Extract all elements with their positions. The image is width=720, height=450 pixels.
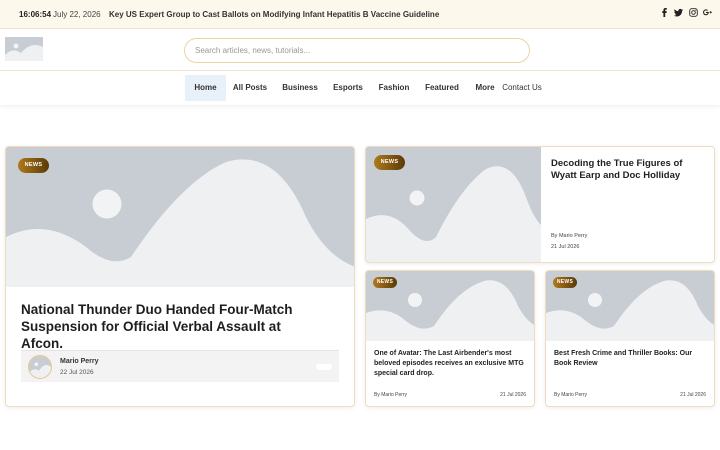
nav-item-contact-us[interactable]: Contact Us bbox=[502, 75, 542, 101]
top-bar: 16:06:54 July 22, 2026 Key US Expert Gro… bbox=[0, 0, 720, 29]
category-badge[interactable]: NEWS bbox=[373, 277, 397, 288]
author-name[interactable]: By Mario Perry bbox=[374, 392, 407, 398]
author-box: Mario Perry 22 Jul 2026 bbox=[21, 350, 339, 382]
category-badge[interactable]: NEWS bbox=[374, 155, 405, 170]
author-name[interactable]: By Mario Perry bbox=[554, 392, 587, 398]
article-card-small[interactable]: NEWS Best Fresh Crime and Thriller Books… bbox=[545, 270, 715, 407]
clock-time: 16:06:54 bbox=[19, 10, 52, 19]
search-input[interactable] bbox=[184, 38, 530, 63]
twitter-icon[interactable] bbox=[674, 8, 686, 21]
publish-date: 21 Jul 2026 bbox=[551, 244, 580, 250]
news-ticker[interactable]: Key US Expert Group to Cast Ballots on M… bbox=[109, 10, 439, 19]
article-title[interactable]: One of Avatar: The Last Airbender's most… bbox=[374, 349, 530, 379]
article-card-wide[interactable]: NEWS Decoding the True Figures of Wyatt … bbox=[365, 146, 715, 263]
instagram-icon[interactable] bbox=[689, 8, 701, 21]
nav-item-home[interactable]: Home bbox=[185, 75, 226, 101]
site-logo[interactable] bbox=[5, 37, 43, 61]
category-badge[interactable]: NEWS bbox=[553, 277, 577, 288]
nav-item-featured[interactable]: Featured bbox=[422, 75, 462, 101]
nav-item-business[interactable]: Business bbox=[280, 75, 320, 101]
publish-date: 21 Jul 2026 bbox=[500, 392, 526, 398]
featured-article-image[interactable] bbox=[6, 147, 354, 287]
nav-item-esports[interactable]: Esports bbox=[330, 75, 366, 101]
nav-item-all-posts[interactable]: All Posts bbox=[231, 75, 269, 101]
article-title[interactable]: Best Fresh Crime and Thriller Books: Our… bbox=[554, 349, 710, 369]
featured-article-card[interactable]: NEWS National Thunder Duo Handed Four-Ma… bbox=[5, 146, 355, 407]
article-card-small[interactable]: NEWS One of Avatar: The Last Airbender's… bbox=[365, 270, 535, 407]
site-header bbox=[0, 29, 720, 71]
nav-item-fashion[interactable]: Fashion bbox=[375, 75, 413, 101]
category-badge[interactable]: NEWS bbox=[18, 158, 49, 173]
facebook-icon[interactable] bbox=[660, 8, 672, 21]
nav-item-more[interactable]: More bbox=[472, 75, 498, 101]
current-date: July 22, 2026 bbox=[53, 10, 101, 19]
article-title[interactable]: Decoding the True Figures of Wyatt Earp … bbox=[551, 158, 709, 182]
author-name[interactable]: By Mario Perry bbox=[551, 233, 587, 239]
author-name[interactable]: Mario Perry bbox=[60, 358, 99, 365]
read-time-pill bbox=[316, 364, 332, 370]
avatar[interactable] bbox=[28, 355, 52, 379]
publish-date: 22 Jul 2026 bbox=[60, 369, 94, 376]
main-nav: Home All Posts Business Esports Fashion … bbox=[0, 71, 720, 105]
featured-article-title[interactable]: National Thunder Duo Handed Four-Match S… bbox=[21, 301, 321, 352]
google-plus-icon[interactable] bbox=[703, 8, 715, 21]
publish-date: 21 Jul 2026 bbox=[680, 392, 706, 398]
